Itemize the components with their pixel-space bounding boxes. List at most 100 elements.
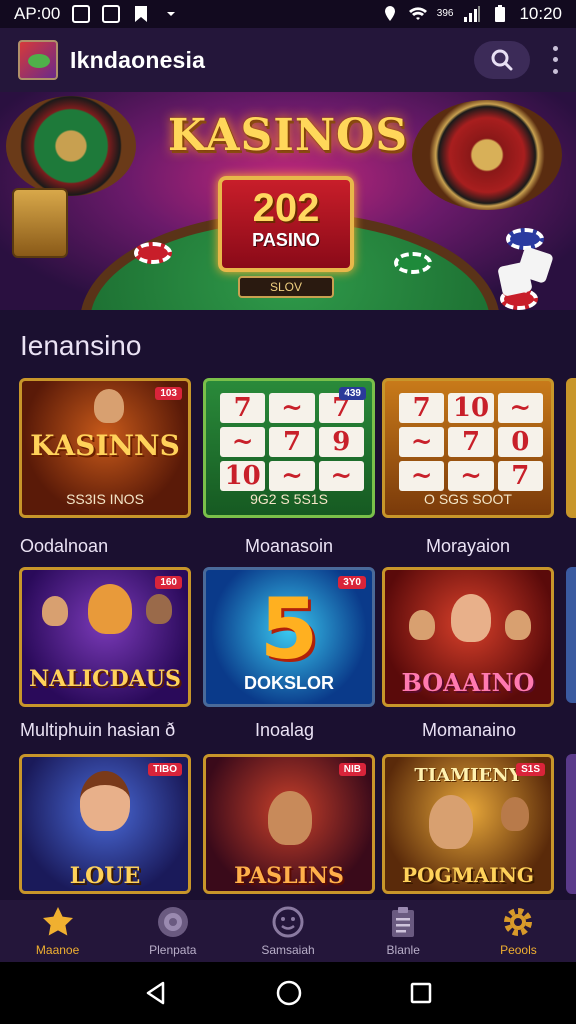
system-navigation-bar	[0, 962, 576, 1024]
reel-symbol: 0	[497, 427, 543, 457]
roulette-wheel-right-icon	[412, 100, 562, 210]
status-left: AP:00	[14, 4, 180, 24]
status-bar: AP:00 396 10:20	[0, 0, 576, 28]
gallery-notification-icon	[72, 5, 91, 23]
nav-item-games[interactable]: Plenpata	[115, 900, 230, 962]
recents-icon[interactable]	[409, 981, 433, 1005]
reel-symbol: 7	[220, 393, 266, 423]
game-tile[interactable]: 7 ~ 7 ~ 7 9 10 ~ ~ 9G2 S 5S1S 439	[203, 378, 375, 518]
signal-icon	[464, 6, 481, 22]
star-icon	[41, 905, 75, 939]
man-illustration	[429, 795, 473, 849]
search-icon	[491, 49, 513, 71]
next-tile-peek[interactable]	[566, 378, 576, 518]
app-title: Ikndaonesia	[70, 46, 206, 73]
reel-symbol: ~	[269, 461, 315, 491]
hero-slot-button[interactable]: SLOV	[238, 276, 334, 298]
nav-label: Peools	[500, 943, 537, 957]
more-dot-icon	[552, 68, 558, 74]
reel-symbol: ~	[448, 461, 494, 491]
network-speed: 396	[436, 8, 454, 19]
game-tile[interactable]: LOUE TIBO	[19, 754, 191, 894]
game-badge: 3Y0	[338, 576, 366, 589]
status-right: 396 10:20	[381, 4, 562, 24]
game-title: NALICDAUS	[29, 666, 181, 692]
nav-label: Plenpata	[149, 943, 197, 957]
game-caption: Multiphuin hasian ð	[20, 720, 176, 740]
dice-icon	[497, 261, 533, 297]
reel-symbol: 10	[220, 461, 266, 491]
game-badge: 160	[155, 576, 182, 589]
roulette-wheel-left-icon	[6, 96, 136, 196]
game-caption: Oodalnoan	[20, 536, 109, 556]
game-caption: Moanasoin	[245, 536, 334, 556]
slot-reels: 7 ~ 7 ~ 7 9 10 ~ ~	[220, 393, 364, 491]
chip-icon	[156, 905, 190, 939]
nav-item-home[interactable]: Maanoe	[0, 900, 115, 962]
game-title: LOUE	[69, 863, 141, 889]
character-illustration	[146, 594, 172, 624]
game-tile[interactable]: NALICDAUS 160	[19, 567, 191, 707]
next-tile-peek[interactable]	[566, 754, 576, 894]
character-illustration	[94, 389, 124, 423]
game-badge: 103	[155, 387, 182, 400]
game-tile[interactable]: BOAAINO	[382, 567, 554, 707]
next-tile-peek[interactable]	[566, 567, 576, 703]
slot-reels: 7 10 ~ ~ 7 0 ~ ~ 7	[399, 393, 543, 491]
reel-symbol: 10	[448, 393, 494, 423]
nav-item-settings[interactable]: Peools	[461, 900, 576, 962]
chip-icon	[134, 242, 172, 264]
character-illustration	[42, 596, 68, 626]
reel-symbol: 7	[399, 393, 445, 423]
nav-item-tasks[interactable]: Blanle	[346, 900, 461, 962]
game-tile[interactable]: TIAMIENY POGMAING S1S	[382, 754, 554, 894]
game-title: POGMAING	[402, 863, 534, 887]
wifi-icon	[408, 7, 427, 21]
reel-symbol: 7	[497, 461, 543, 491]
nav-item-social[interactable]: Samsaiah	[230, 900, 345, 962]
clipboard-icon	[386, 905, 420, 939]
game-subtitle: O SGS SOOT	[424, 491, 512, 507]
reel-symbol: ~	[318, 461, 364, 491]
status-time: 10:20	[519, 4, 562, 23]
queen-illustration	[451, 594, 491, 642]
hero-panel: 202 PASINO	[218, 176, 354, 272]
reel-symbol: ~	[220, 427, 266, 457]
game-tile[interactable]: KASINNS SS3IS INOS 103	[19, 378, 191, 518]
bottom-navigation: Maanoe Plenpata Samsaiah Blanle Peools	[0, 900, 576, 962]
game-caption: Morayaion	[426, 536, 511, 556]
nav-label: Blanle	[386, 943, 420, 957]
reel-symbol: ~	[399, 461, 445, 491]
hero-year: 202	[252, 186, 320, 230]
game-badge: S1S	[516, 763, 545, 776]
more-options-button[interactable]	[548, 43, 562, 77]
nav-label: Maanoe	[35, 943, 80, 957]
character-illustration	[501, 797, 529, 831]
hero-subtitle: PASINO	[252, 230, 320, 250]
back-icon[interactable]	[143, 980, 169, 1006]
game-tile[interactable]: 5 DOKSLOR 3Y0	[203, 567, 375, 707]
reel-symbol: ~	[269, 393, 315, 423]
character-illustration	[505, 610, 531, 640]
game-title: 5	[259, 580, 319, 678]
chip-icon	[394, 252, 432, 274]
game-tile[interactable]: 7 10 ~ ~ 7 0 ~ ~ 7 O SGS SOOT	[382, 378, 554, 518]
hero-banner[interactable]: KASINOS 202 PASINO SLOV	[0, 92, 576, 310]
reel-symbol: ~	[497, 393, 543, 423]
game-caption: Momanaino	[422, 720, 517, 740]
treasure-chest-icon	[12, 188, 68, 258]
game-badge: TIBO	[148, 763, 182, 776]
app-logo[interactable]	[18, 40, 58, 80]
home-icon[interactable]	[275, 979, 303, 1007]
game-tile[interactable]: PASLINS NIB	[203, 754, 375, 894]
game-caption: Inoalag	[255, 720, 315, 740]
search-button[interactable]	[474, 41, 530, 79]
app-notification-icon	[102, 5, 121, 23]
section-title: Ienansino	[20, 330, 142, 361]
reel-symbol: 9	[318, 427, 364, 457]
reel-symbol: 7	[448, 427, 494, 457]
woman-illustration	[80, 771, 130, 831]
game-title: PASLINS	[234, 863, 344, 889]
status-left-text: AP:00	[14, 4, 61, 23]
dropdown-notification-icon	[167, 12, 176, 16]
